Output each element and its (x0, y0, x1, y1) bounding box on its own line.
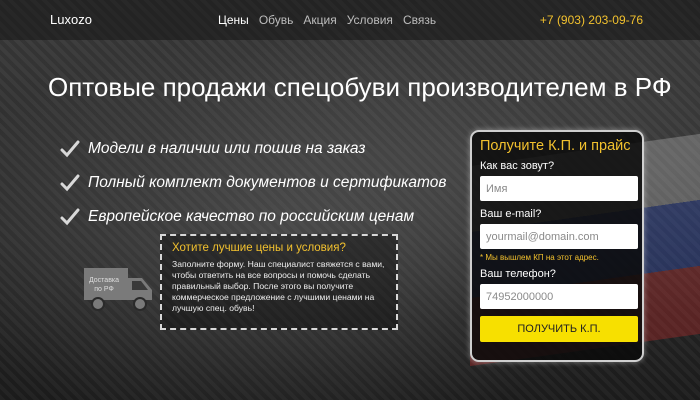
name-label: Как вас зовут? (480, 160, 555, 172)
name-input[interactable] (480, 176, 638, 201)
main-nav: Цены Обувь Акция Условия Связь (218, 13, 436, 27)
nav-item-conditions[interactable]: Условия (347, 13, 393, 27)
header-phone[interactable]: +7 (903) 203-09-76 (540, 13, 643, 27)
checkmark-icon (60, 207, 80, 227)
info-box: Хотите лучшие цены и условия? Заполните … (160, 234, 398, 330)
request-form: Получите К.П. и прайс Как вас зовут? Ваш… (470, 130, 644, 362)
info-box-title: Хотите лучшие цены и условия? (172, 242, 346, 254)
header-bar: Luxozo Цены Обувь Акция Условия Связь +7… (0, 0, 700, 40)
truck-label: Доставка по РФ (88, 277, 120, 293)
feature-text: Полный комплект документов и сертификато… (88, 174, 447, 191)
submit-button[interactable]: ПОЛУЧИТЬ К.П. (480, 316, 638, 342)
email-input[interactable] (480, 224, 638, 249)
feature-text: Европейское качество по российским ценам (88, 208, 415, 225)
email-label: Ваш e-mail? (480, 208, 542, 220)
form-title: Получите К.П. и прайс (480, 138, 631, 154)
feature-list: Модели в наличии или пошив на заказ Полн… (60, 132, 446, 234)
nav-item-prices[interactable]: Цены (218, 13, 249, 27)
info-box-text: Заполните форму. Наш специалист свяжется… (172, 259, 385, 313)
page-title: Оптовые продажи спецобуви производителем… (48, 72, 672, 102)
nav-item-shoes[interactable]: Обувь (259, 13, 294, 27)
feature-text: Модели в наличии или пошив на заказ (88, 140, 366, 157)
email-note: * Мы вышлем КП на этот адрес. (480, 253, 599, 262)
checkmark-icon (60, 173, 80, 193)
logo[interactable]: Luxozo (50, 12, 92, 27)
feature-item: Европейское качество по российским ценам (60, 200, 446, 234)
phone-input[interactable] (480, 284, 638, 309)
feature-item: Полный комплект документов и сертификато… (60, 166, 446, 200)
nav-item-contact[interactable]: Связь (403, 13, 436, 27)
feature-item: Модели в наличии или пошив на заказ (60, 132, 446, 166)
checkmark-icon (60, 139, 80, 159)
phone-label: Ваш телефон? (480, 268, 556, 280)
nav-item-promo[interactable]: Акция (303, 13, 336, 27)
